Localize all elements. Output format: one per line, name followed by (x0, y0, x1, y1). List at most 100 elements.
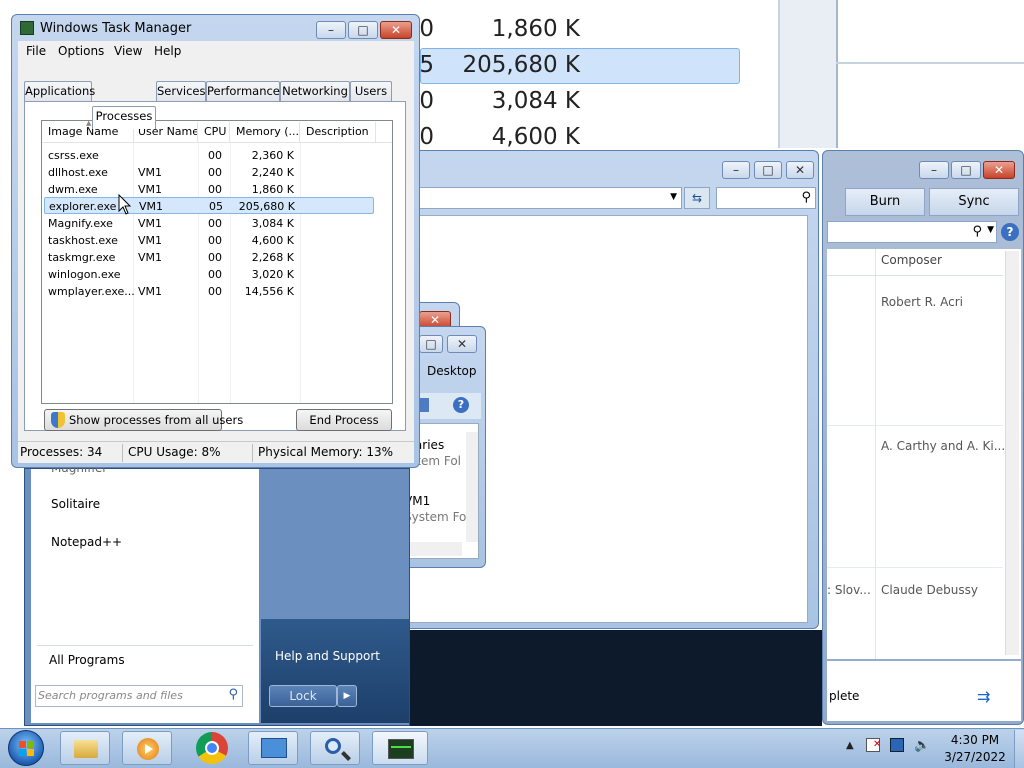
column-memory[interactable]: Memory (... (230, 122, 300, 142)
processes-panel: Image Name ▲ User Name CPU Memory (... D… (24, 101, 406, 431)
task-manager-taskbar-icon[interactable] (372, 731, 428, 765)
cell-memory: 2,268 K (251, 251, 294, 264)
tab-processes[interactable]: Processes (92, 106, 156, 129)
process-row[interactable]: winlogon.exe 00 3,020 K (44, 266, 374, 283)
magnifier-value: 3,084 K (491, 88, 580, 114)
start-orb-icon[interactable] (8, 730, 44, 766)
menu-help[interactable]: Help (154, 44, 181, 58)
control-panel-taskbar-icon[interactable] (248, 731, 298, 765)
tab-services[interactable]: Services (156, 81, 206, 101)
clock-date[interactable]: 3/27/2022 (940, 750, 1010, 764)
cell-memory: 14,556 K (244, 285, 294, 298)
show-desktop-button[interactable] (1014, 730, 1024, 768)
menu-view[interactable]: View (114, 44, 142, 58)
process-row[interactable]: dllhost.exe VM1 00 2,240 K (44, 164, 374, 181)
help-icon[interactable]: ? (1001, 223, 1019, 241)
show-hidden-icons[interactable]: ▲ (846, 740, 854, 751)
cell-cpu: 00 (208, 183, 222, 196)
help-icon[interactable]: ? (453, 397, 469, 413)
tab-sync[interactable]: Sync (929, 188, 1019, 216)
tab-applications[interactable]: Applications (24, 81, 95, 101)
maximize-button[interactable]: □ (951, 161, 981, 179)
process-list[interactable]: Image Name ▲ User Name CPU Memory (... D… (41, 119, 393, 404)
clock-time[interactable]: 4:30 PM (940, 733, 1010, 747)
library-search-input[interactable]: ⚲ ▼ (827, 221, 997, 243)
address-bar[interactable]: ▼ (410, 187, 682, 209)
maximize-button[interactable]: □ (754, 161, 782, 179)
view-icon[interactable] (419, 398, 429, 412)
magnifier-value: 205,680 K (462, 52, 580, 78)
process-row[interactable]: Magnify.exe VM1 00 3,084 K (44, 215, 374, 232)
search-icon[interactable]: ⚲ (228, 687, 238, 702)
lock-options-arrow[interactable]: ▶ (337, 685, 357, 707)
program-solitaire[interactable]: Solitaire (51, 497, 100, 511)
search-input[interactable]: ⚲ (716, 187, 816, 209)
minimize-button[interactable]: – (722, 161, 750, 179)
cell-cpu: 00 (208, 234, 222, 247)
task-manager-window: Windows Task Manager – □ ✕ File Options … (11, 14, 420, 468)
tab-desktop[interactable]: Desktop (427, 364, 477, 378)
player-footer: plete ⇉ (827, 661, 1021, 721)
menu-divider (37, 645, 253, 646)
media-player-taskbar-icon[interactable] (122, 731, 172, 765)
close-button[interactable]: ✕ (380, 21, 412, 39)
start-search-input[interactable]: Search programs and files ⚲ (35, 685, 243, 707)
chevron-down-icon[interactable]: ▼ (987, 225, 994, 235)
close-button[interactable]: ✕ (983, 161, 1015, 179)
magnifier-taskbar-icon[interactable] (310, 731, 360, 765)
composer-cell: Claude Debussy (881, 583, 978, 597)
switch-view-icon[interactable]: ⇉ (977, 687, 990, 706)
cell-cpu: 00 (208, 285, 222, 298)
magnifier-value: 4,600 K (491, 124, 580, 148)
process-row[interactable]: taskhost.exe VM1 00 4,600 K (44, 232, 374, 249)
end-process-button[interactable]: End Process (296, 409, 392, 431)
process-row[interactable]: csrss.exe 00 2,360 K (44, 147, 374, 164)
vertical-scrollbar[interactable] (1005, 251, 1019, 655)
program-notepad[interactable]: Notepad++ (51, 535, 122, 549)
search-icon[interactable]: ⚲ (801, 190, 811, 205)
chrome-taskbar-icon[interactable] (196, 732, 228, 764)
help-and-support-link[interactable]: Help and Support (275, 649, 380, 663)
search-icon[interactable]: ⚲ (972, 224, 982, 239)
process-rows: csrss.exe 00 2,360 K dllhost.exe VM1 00 2,240 … (42, 147, 392, 303)
network-icon[interactable] (890, 738, 904, 752)
status-bar: Processes: 34 CPU Usage: 8% Physical Mem… (18, 441, 414, 463)
volume-icon[interactable]: 🔈 (914, 738, 930, 753)
menu-file[interactable]: File (26, 44, 46, 58)
cell-memory: 1,860 K (251, 183, 294, 196)
menu-options[interactable]: Options (58, 44, 104, 58)
task-manager-icon (20, 21, 34, 35)
minimize-button[interactable]: – (919, 161, 949, 179)
action-center-icon[interactable]: ✕ (866, 738, 881, 752)
tab-burn[interactable]: Burn (845, 188, 925, 216)
status-cpu-usage: CPU Usage: 8% (128, 445, 221, 459)
media-player-window: – □ ✕ Burn Sync ⚲ ▼ ? Composer Robert R.… (822, 150, 1024, 725)
maximize-button[interactable]: □ (419, 335, 443, 353)
minimize-button[interactable]: – (316, 21, 346, 39)
tab-users[interactable]: Users (350, 81, 392, 101)
close-button[interactable]: ✕ (447, 335, 477, 353)
all-programs-link[interactable]: All Programs (49, 653, 125, 667)
cell-memory: 3,084 K (251, 217, 294, 230)
refresh-icon[interactable]: ⇆ (684, 187, 710, 209)
cell-image-name: taskhost.exe (48, 234, 118, 247)
lock-button[interactable]: Lock (269, 685, 337, 707)
vertical-scrollbar[interactable] (466, 432, 478, 542)
cell-user-name: VM1 (138, 217, 163, 230)
process-row[interactable]: explorer.exe VM1 05 205,680 K (44, 197, 374, 214)
show-all-processes-button[interactable]: Show processes from all users (44, 409, 243, 431)
close-button[interactable]: ✕ (786, 161, 814, 179)
process-row[interactable]: dwm.exe VM1 00 1,860 K (44, 181, 374, 198)
tab-networking[interactable]: Networking (280, 81, 350, 101)
column-cpu[interactable]: CPU (198, 122, 230, 142)
column-description[interactable]: Description (300, 122, 376, 142)
cell-memory: 3,020 K (251, 268, 294, 281)
chevron-down-icon[interactable]: ▼ (670, 192, 677, 202)
status-processes: Processes: 34 (20, 445, 103, 459)
tab-performance[interactable]: Performance (206, 81, 280, 101)
process-row[interactable]: wmplayer.exe... VM1 00 14,556 K (44, 283, 374, 300)
maximize-button[interactable]: □ (348, 21, 378, 39)
explorer-taskbar-icon[interactable] (60, 731, 110, 765)
process-row[interactable]: taskmgr.exe VM1 00 2,268 K (44, 249, 374, 266)
column-composer[interactable]: Composer (881, 253, 942, 267)
